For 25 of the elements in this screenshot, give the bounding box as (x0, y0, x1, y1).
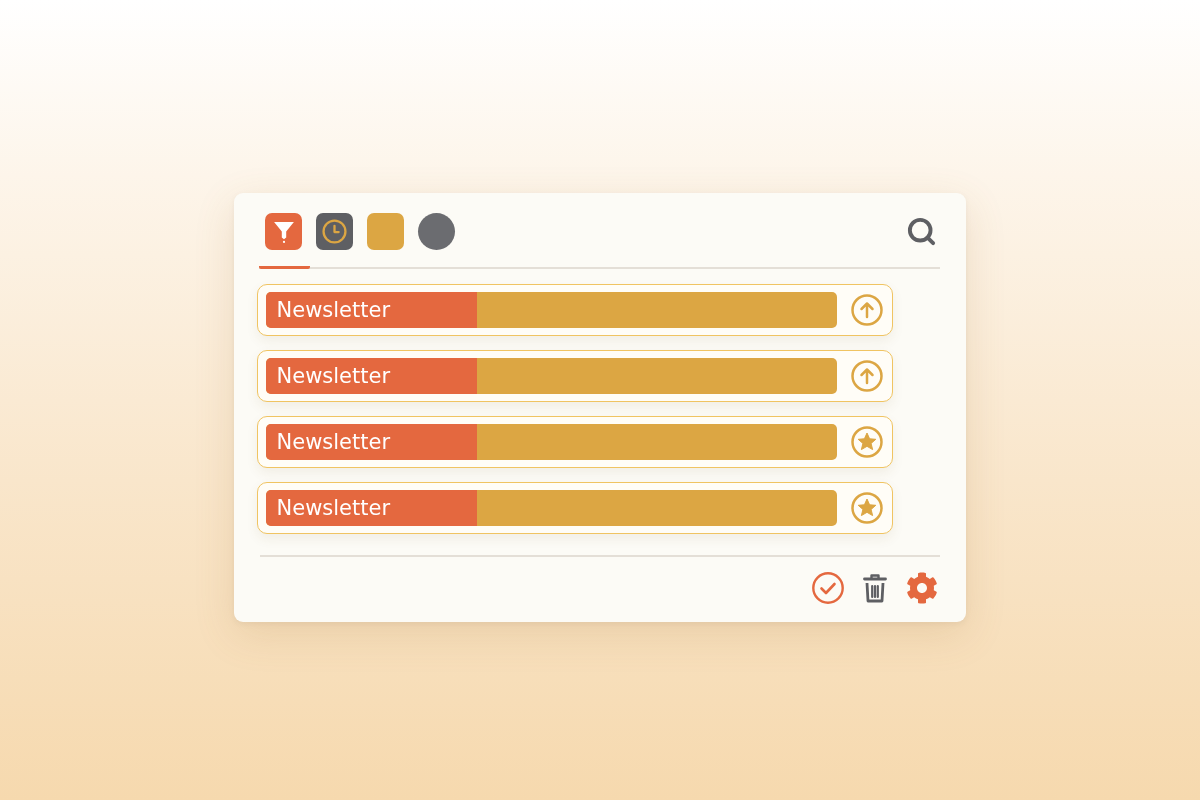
arrow-up-circle-icon (850, 294, 883, 326)
search-button[interactable] (906, 216, 937, 247)
row-label: Newsletter (276, 430, 391, 454)
circle-icon (418, 213, 455, 250)
settings-icon (906, 572, 938, 604)
trash-icon (863, 573, 887, 603)
star-circle-icon (850, 426, 883, 458)
favorite-button[interactable] (850, 426, 883, 458)
upload-button[interactable] (850, 360, 883, 392)
arrow-up-circle-icon (850, 360, 883, 392)
clock-icon (316, 213, 353, 250)
favorite-button[interactable] (850, 492, 883, 524)
square-icon (367, 213, 404, 250)
filter-icon (265, 213, 302, 250)
check-circle-icon (812, 572, 844, 604)
search-icon (906, 216, 937, 247)
settings-button[interactable] (906, 572, 938, 604)
row-label: Newsletter (276, 496, 391, 520)
row-label: Newsletter (276, 364, 391, 388)
tab[interactable] (259, 213, 310, 269)
upload-button[interactable] (850, 294, 883, 326)
delete-button[interactable] (863, 573, 887, 603)
star-circle-icon (850, 492, 883, 524)
row-label: Newsletter (276, 298, 391, 322)
confirm-button[interactable] (812, 572, 844, 604)
